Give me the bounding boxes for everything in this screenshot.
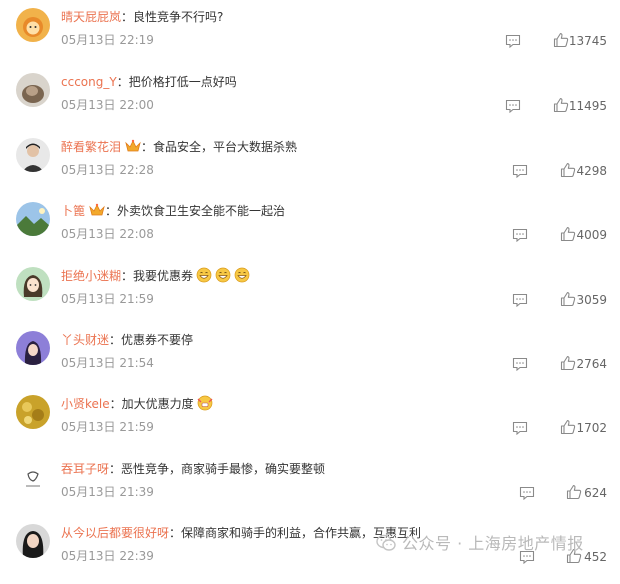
- like-count: 4298: [576, 164, 607, 178]
- comment-line: 从今以后都要很好呀：保障商家和骑手的利益，合作共赢，互惠互利: [61, 524, 421, 542]
- emoji-group: [197, 395, 216, 411]
- comment-line: cccong_Y：把价格打低一点好吗: [61, 73, 237, 91]
- comment-text: 加大优惠力度: [121, 397, 194, 411]
- username-link[interactable]: 晴天屁屁岚: [61, 10, 121, 24]
- avatar[interactable]: [16, 524, 50, 558]
- comment-time: 05月13日 22:39: [61, 549, 154, 563]
- grin-emoji-icon: [234, 267, 250, 283]
- separator: ：: [105, 204, 118, 218]
- comment-line: 醉看繁花泪 ：食品安全，平台大数据杀熟: [61, 138, 297, 156]
- comment-item: 小贤kele：加大优惠力度 05月13日 21:59 1702: [0, 391, 620, 455]
- comment-line: 小贤kele：加大优惠力度: [61, 395, 216, 413]
- comment-time: 05月13日 21:59: [61, 292, 154, 306]
- comment-item: 吞耳子呀：恶性竞争，商家骑手最惨，确实要整顿 05月13日 21:39 624: [0, 456, 620, 520]
- separator: ：: [109, 462, 122, 476]
- avatar[interactable]: [16, 395, 50, 429]
- comment-item: 醉看繁花泪 ：食品安全，平台大数据杀熟 05月13日 22:28 4298: [0, 134, 620, 198]
- comment-item: 丫头财迷：优惠券不要停 05月13日 21:54 2764: [0, 327, 620, 391]
- comment-text: 良性竞争不行吗?: [133, 10, 224, 24]
- separator: ：: [116, 75, 129, 89]
- username-link[interactable]: 拒绝小迷糊: [61, 269, 121, 283]
- like-count: 13745: [568, 34, 607, 48]
- comment-item: cccong_Y：把价格打低一点好吗 05月13日 22:00 11495: [0, 69, 620, 133]
- comment-time: 05月13日 21:39: [61, 485, 154, 499]
- username-link[interactable]: 卜篦: [61, 204, 85, 218]
- comment-text: 食品安全，平台大数据杀熟: [153, 140, 298, 154]
- wechat-logo-icon: [376, 534, 396, 551]
- comment-time: 05月13日 22:19: [61, 33, 154, 47]
- comment-line: 拒绝小迷糊：我要优惠券: [61, 267, 253, 285]
- like-count: 11495: [568, 99, 607, 113]
- emoji-group: [196, 267, 253, 283]
- comment-item: 晴天屁屁岚：良性竞争不行吗? 05月13日 22:19 13745: [0, 4, 620, 68]
- watermark: 公众号 · 上海房地产情报: [376, 533, 584, 555]
- grin-emoji-icon: [196, 267, 212, 283]
- comment-time: 05月13日 21:54: [61, 356, 154, 370]
- separator: ：: [141, 140, 154, 154]
- avatar[interactable]: [16, 73, 50, 107]
- crown-badge-icon: [89, 203, 105, 216]
- like-count: 4009: [576, 228, 607, 242]
- like-count: 2764: [576, 357, 607, 371]
- comment-time: 05月13日 22:08: [61, 227, 154, 241]
- avatar[interactable]: [16, 331, 50, 365]
- comment-time: 05月13日 22:28: [61, 163, 154, 177]
- like-count: 3059: [576, 293, 607, 307]
- reply-icon[interactable]: [512, 228, 528, 242]
- grin-emoji-icon: [215, 267, 231, 283]
- like-count: 624: [584, 486, 607, 500]
- like-count: 1702: [576, 421, 607, 435]
- reply-icon[interactable]: [505, 34, 521, 48]
- reply-icon[interactable]: [519, 486, 535, 500]
- username-link[interactable]: 小贤kele: [61, 397, 110, 411]
- cheer-emoji-icon: [197, 395, 213, 411]
- avatar[interactable]: [16, 202, 50, 236]
- separator: ：: [121, 269, 134, 283]
- comment-line: 卜篦 ：外卖饮食卫生安全能不能一起治: [61, 202, 285, 220]
- username-link[interactable]: 醉看繁花泪: [61, 140, 121, 154]
- separator: ：: [109, 397, 122, 411]
- comment-text: 外卖饮食卫生安全能不能一起治: [117, 204, 286, 218]
- username-link[interactable]: 丫头财迷: [61, 333, 109, 347]
- comment-line: 晴天屁屁岚：良性竞争不行吗?: [61, 8, 223, 26]
- reply-icon[interactable]: [512, 421, 528, 435]
- comment-text: 把价格打低一点好吗: [128, 75, 237, 89]
- avatar[interactable]: [16, 460, 50, 494]
- separator: ：: [121, 10, 134, 24]
- avatar[interactable]: [16, 138, 50, 172]
- comment-text: 我要优惠券: [133, 269, 194, 283]
- comment-text: 恶性竞争，商家骑手最惨，确实要整顿: [121, 462, 326, 476]
- comment-item: 拒绝小迷糊：我要优惠券 05月13日 21:59 3059: [0, 263, 620, 327]
- comment-time: 05月13日 22:00: [61, 98, 154, 112]
- crown-badge-icon: [125, 139, 141, 152]
- reply-icon[interactable]: [512, 164, 528, 178]
- reply-icon[interactable]: [505, 99, 521, 113]
- comment-item: 卜篦 ：外卖饮食卫生安全能不能一起治 05月13日 22:08 4009: [0, 198, 620, 262]
- avatar[interactable]: [16, 267, 50, 301]
- avatar[interactable]: [16, 8, 50, 42]
- comment-line: 吞耳子呀：恶性竞争，商家骑手最惨，确实要整顿: [61, 460, 325, 478]
- watermark-text: 公众号 · 上海房地产情报: [402, 534, 584, 553]
- comment-text: 优惠券不要停: [121, 333, 194, 347]
- username-link[interactable]: 从今以后都要很好呀: [61, 526, 169, 540]
- separator: ：: [109, 333, 122, 347]
- reply-icon[interactable]: [512, 357, 528, 371]
- comment-line: 丫头财迷：优惠券不要停: [61, 331, 193, 349]
- username-link[interactable]: cccong_Y: [61, 75, 117, 89]
- reply-icon[interactable]: [512, 293, 528, 307]
- separator: ：: [169, 526, 182, 540]
- comment-time: 05月13日 21:59: [61, 420, 154, 434]
- username-link[interactable]: 吞耳子呀: [61, 462, 109, 476]
